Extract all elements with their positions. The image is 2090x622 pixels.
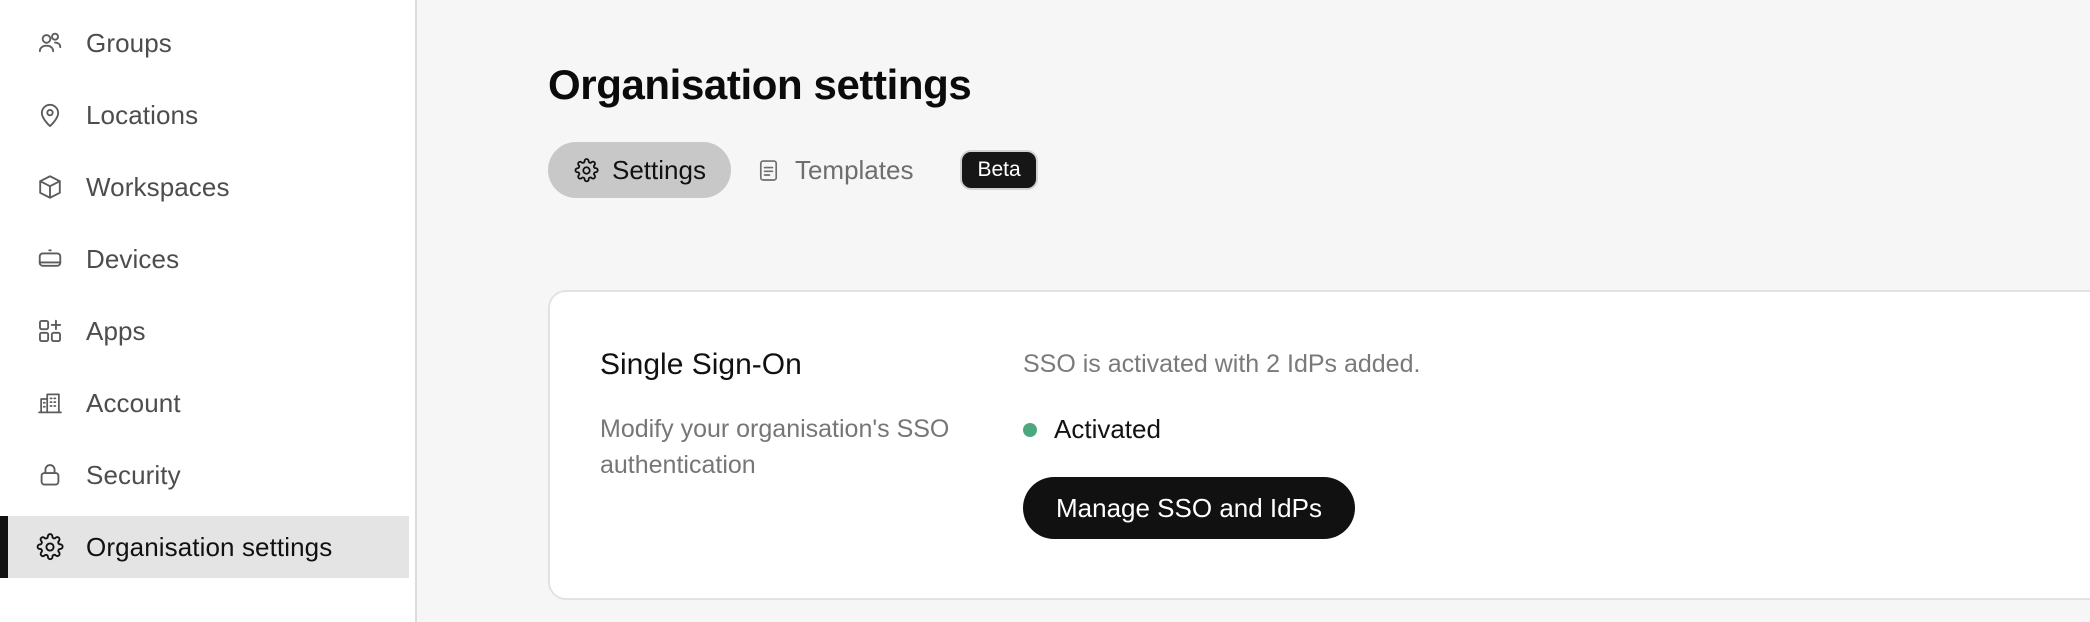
lock-icon (35, 460, 65, 490)
sidebar-item-account[interactable]: Account (0, 372, 415, 434)
building-icon (35, 388, 65, 418)
sidebar-item-label: Groups (86, 27, 172, 58)
page-title: Organisation settings (548, 61, 972, 109)
sidebar-item-groups[interactable]: Groups (0, 12, 415, 74)
status-dot-icon (1023, 422, 1037, 437)
beta-badge: Beta (962, 152, 1036, 188)
status-label: Activated (1054, 414, 1161, 444)
document-icon (756, 157, 782, 183)
sidebar-item-devices[interactable]: Devices (0, 228, 415, 290)
app-root: Groups Locations Workspaces Devices Apps… (0, 0, 2090, 622)
sidebar-item-label: Locations (86, 99, 199, 130)
card-inner: Single Sign-On Modify your organisation'… (550, 292, 2090, 539)
single-sign-on-card: Single Sign-On Modify your organisation'… (548, 290, 2090, 600)
sidebar-item-label: Organisation settings (86, 531, 333, 562)
sso-status-summary: SSO is activated with 2 IdPs added. (1023, 350, 1421, 378)
tab-settings[interactable]: Settings (548, 142, 731, 198)
gear-icon (573, 157, 599, 183)
map-pin-icon (35, 100, 65, 130)
tab-label: Settings (612, 154, 706, 185)
status-badge: Activated (1023, 414, 2090, 445)
card-heading: Single Sign-On (600, 348, 802, 381)
sidebar-item-label: Devices (86, 243, 180, 274)
sidebar-item-organisation-settings[interactable]: Organisation settings (0, 516, 409, 578)
tab-bar: Settings Templates Beta (548, 142, 1036, 198)
sidebar-item-locations[interactable]: Locations (0, 84, 415, 146)
users-icon (35, 28, 65, 58)
card-description: Modify your organisation's SSO authentic… (600, 415, 950, 479)
sidebar: Groups Locations Workspaces Devices Apps… (0, 0, 417, 622)
sidebar-item-security[interactable]: Security (0, 444, 415, 506)
tab-templates-group: Templates Beta (731, 142, 1036, 198)
cube-icon (35, 172, 65, 202)
manage-sso-button[interactable]: Manage SSO and IdPs (1023, 477, 1355, 539)
tab-label: Templates (794, 154, 914, 185)
apps-add-icon (35, 316, 65, 346)
main-content: Organisation settings Settings Templates… (417, 0, 2090, 622)
sidebar-item-label: Account (86, 387, 181, 418)
sidebar-item-workspaces[interactable]: Workspaces (0, 156, 415, 218)
sidebar-item-label: Security (86, 459, 181, 490)
device-icon (35, 244, 65, 274)
sidebar-item-apps[interactable]: Apps (0, 300, 415, 362)
sidebar-item-label: Apps (86, 315, 146, 346)
tab-templates[interactable]: Templates (731, 142, 939, 198)
gear-icon (35, 532, 65, 562)
sidebar-item-label: Workspaces (86, 171, 230, 202)
card-right-column: SSO is activated with 2 IdPs added. Acti… (960, 348, 2090, 539)
card-left-column: Single Sign-On Modify your organisation'… (600, 348, 960, 539)
